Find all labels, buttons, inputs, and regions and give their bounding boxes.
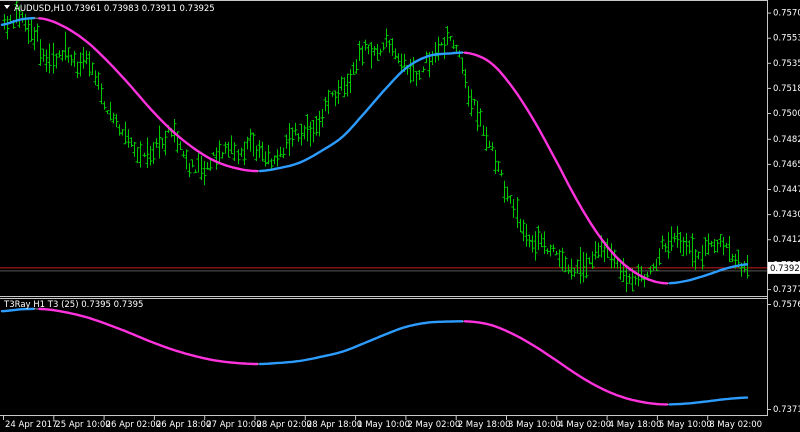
price-tick-label: 0.75705 (773, 9, 800, 19)
indicator-scale-bottom: 0.7371 (773, 405, 800, 415)
time-tick-label: 2 May 02:00 (407, 420, 460, 430)
price-tick-label: 0.74650 (773, 160, 800, 170)
chart-window[interactable]: AUDUSD,H1 0.73961 0.73983 0.73911 0.7392… (0, 0, 800, 432)
time-tick-label: 8 May 02:00 (709, 420, 762, 430)
price-tick-label: 0.75530 (773, 34, 800, 44)
price-tick-label: 0.75005 (773, 109, 800, 119)
time-tick-label: 4 May 18:00 (609, 420, 662, 430)
time-tick-label: 26 Apr 02:00 (106, 420, 161, 430)
time-tick-label: 4 May 02:00 (558, 420, 611, 430)
price-tick-label: 0.74125 (773, 235, 800, 245)
symbol-label: AUDUSD,H1 (14, 4, 65, 14)
price-tick-label: 0.74825 (773, 135, 800, 145)
price-tick-label: 0.75355 (773, 59, 800, 69)
time-tick-label: 2 May 18:00 (458, 420, 511, 430)
price-tick-label: 0.74475 (773, 185, 800, 195)
time-tick-label: 1 May 10:00 (357, 420, 410, 430)
time-tick-label: 27 Apr 10:00 (206, 420, 261, 430)
time-tick-label: 28 Apr 18:00 (307, 420, 362, 430)
price-tick-label: 0.75180 (773, 84, 800, 94)
time-tick-label: 3 May 10:00 (508, 420, 561, 430)
ohlc-values: 0.73961 0.73983 0.73911 0.73925 (66, 4, 215, 14)
symbol-header: AUDUSD,H1 0.73961 0.73983 0.73911 0.7392… (4, 4, 215, 14)
time-tick-label: 26 Apr 18:00 (156, 420, 211, 430)
indicator-scale-top: 0.7576 (773, 300, 800, 310)
indicator-label: T3Ray H1 T3 (25) 0.7395 0.7395 (3, 300, 143, 310)
time-tick-label: 5 May 10:00 (659, 420, 712, 430)
price-tick-label: 0.74300 (773, 210, 800, 220)
current-price-label: 0.73925 (770, 264, 800, 274)
time-tick-label: 25 Apr 10:00 (55, 420, 110, 430)
time-tick-label: 28 Apr 02:00 (257, 420, 312, 430)
price-tick-label: 0.73777 (773, 285, 800, 295)
time-tick-label: 24 Apr 2017 (5, 420, 58, 430)
